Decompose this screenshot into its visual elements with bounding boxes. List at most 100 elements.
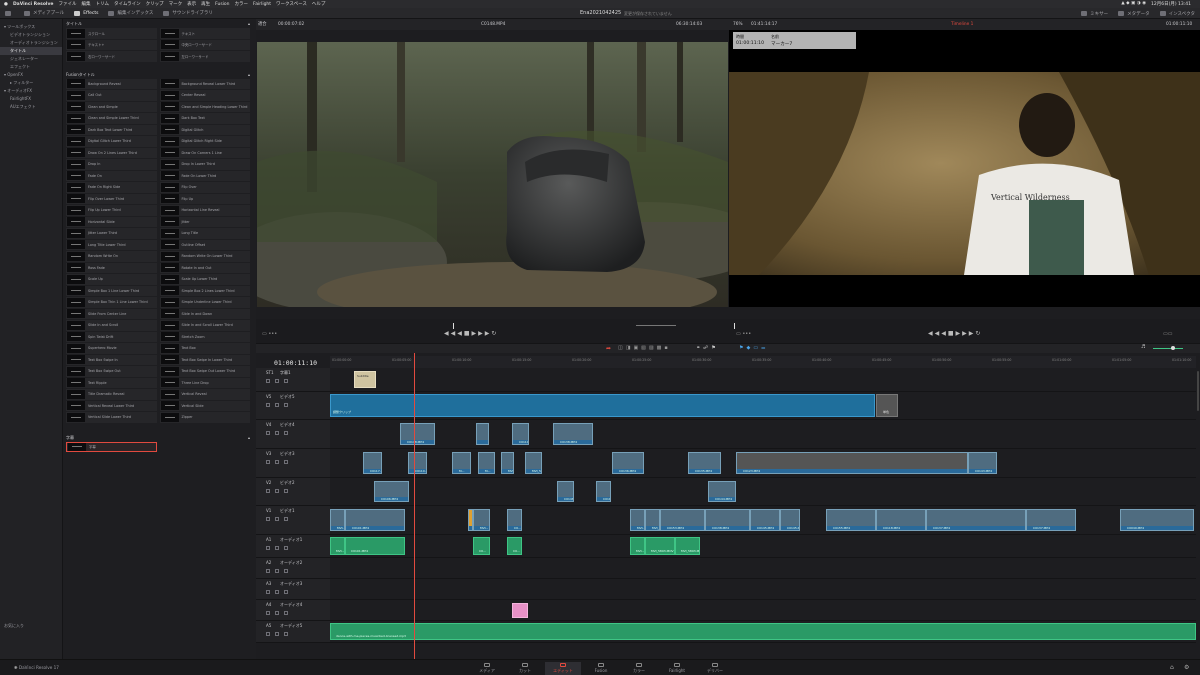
mute-icon[interactable] (284, 379, 288, 383)
fusion-title-item[interactable]: Text Box Swipe In Lower Third (159, 354, 250, 365)
audio-clip[interactable] (512, 603, 528, 618)
timeline-scrub-head[interactable] (734, 323, 735, 329)
lock-icon[interactable] (266, 546, 270, 550)
fusion-title-item[interactable]: Draw On Corners 1 Line (159, 147, 250, 158)
page-media[interactable]: メディア (469, 662, 505, 675)
track-lane-v5[interactable]: 調整クリップ 単色 (330, 392, 1196, 420)
track-header-a1[interactable]: A1 オーディオ1 (256, 535, 330, 558)
fusion-title-item[interactable]: Jitter Lower Third (66, 228, 157, 239)
eye-icon[interactable] (275, 632, 279, 636)
mute-icon[interactable] (284, 517, 288, 521)
lock-icon[interactable] (266, 517, 270, 521)
fusion-title-item[interactable]: Drop In (66, 159, 157, 170)
inspector-button[interactable]: インスペクタ (1155, 8, 1200, 19)
track-header-v3[interactable]: V3 ビデオ3 (256, 449, 330, 478)
video-clip[interactable]: C0145.MP4 (780, 509, 800, 531)
audio-clip[interactable]: MVI_5893.MOV (675, 537, 700, 555)
fusion-title-item[interactable]: Scale Up (66, 274, 157, 285)
subtitle-item[interactable]: 字幕 (66, 441, 157, 452)
collapse-icon[interactable]: ▴ (248, 70, 250, 79)
fusion-title-item[interactable]: Scale Up Lower Third (159, 274, 250, 285)
page-color[interactable]: カラー (621, 662, 657, 675)
source-scrub-bar[interactable] (636, 325, 676, 326)
video-clip[interactable]: C0138.MP4 (705, 509, 750, 531)
audio-clip[interactable]: MVI... (330, 537, 345, 555)
fusion-title-item[interactable]: Outline Offset (159, 239, 250, 250)
flag-marker-tools[interactable]: ⚑◆▭⚌ (739, 345, 769, 351)
apple-icon[interactable]: ● (4, 2, 8, 7)
track-header-a3[interactable]: A3 オーディオ3 (256, 579, 330, 600)
mute-icon[interactable] (284, 403, 288, 407)
video-clip[interactable]: C0110.MP4 (512, 423, 529, 445)
video-clip[interactable]: C0143.MP4 (968, 452, 997, 474)
title-item[interactable]: 右ローワーサード (66, 51, 157, 62)
fullscreen-icon[interactable]: ▭▭ (1163, 331, 1172, 337)
nav-generators[interactable]: ジェネレーター (0, 55, 62, 63)
fusion-title-item[interactable]: Fade On Right Side (66, 182, 157, 193)
fusion-title-item[interactable]: Vertical Reveal Lower Third (66, 400, 157, 411)
lock-icon[interactable] (266, 590, 270, 594)
app-menu[interactable]: DaVinci Resolve (13, 2, 54, 7)
fusion-title-item[interactable]: Text Ripple (66, 377, 157, 388)
video-clip[interactable]: M... (452, 452, 471, 474)
nav-effects[interactable]: エフェクト (0, 63, 62, 71)
video-clip[interactable]: C0... (507, 509, 522, 531)
eye-icon[interactable] (275, 431, 279, 435)
title-item[interactable]: 左ローワーサード (159, 51, 250, 62)
eye-icon[interactable] (275, 379, 279, 383)
fusion-title-item[interactable]: Text Box Swipe Out (66, 366, 157, 377)
fusion-title-item[interactable]: Superhero Movie (66, 343, 157, 354)
fusion-title-item[interactable]: Background Reveal Lower Third (159, 78, 250, 89)
source-viewer[interactable] (257, 42, 728, 307)
menu-help[interactable]: ヘルプ (312, 1, 326, 7)
lock-icon[interactable] (266, 569, 270, 573)
settings-icon[interactable]: ⚙ (1184, 664, 1189, 671)
fusion-title-item[interactable]: Text Box (159, 343, 250, 354)
video-clip[interactable]: MVI... (473, 509, 490, 531)
zoom-right[interactable]: 76% (733, 19, 743, 30)
mute-icon[interactable] (284, 460, 288, 464)
video-clip[interactable]: C0110... (408, 452, 427, 474)
mute-icon[interactable] (284, 632, 288, 636)
snap-link-tools[interactable]: ⚭☍⚑ (696, 345, 719, 351)
audio-clip[interactable]: dance-with-me-pieces-musicbed-licensed.m… (330, 623, 1196, 640)
fusion-title-item[interactable]: Horizontal Slide (66, 216, 157, 227)
fusion-title-item[interactable]: Fade On (66, 170, 157, 181)
playhead[interactable] (414, 353, 415, 659)
fusion-section-header[interactable]: Fusionタイトル ▴ (63, 70, 256, 79)
video-clip[interactable]: C0145.MP4 (750, 509, 780, 531)
track-lane-a5[interactable]: dance-with-me-pieces-musicbed-licensed.m… (330, 621, 1196, 643)
video-clip[interactable]: MVI_53... (501, 452, 514, 474)
fusion-title-item[interactable]: Long Title Lower Third (66, 239, 157, 250)
track-header-st1[interactable]: ST1 字幕1 (256, 368, 330, 392)
metadata-button[interactable]: メタデータ (1113, 8, 1155, 19)
collapse-icon[interactable]: ▴ (248, 19, 250, 28)
audio-level-slider[interactable]: ♬ (1141, 344, 1191, 350)
track-lane-v2[interactable]: C0106.MP4 C0148... C0110... C0144.MP4 (330, 478, 1196, 506)
track-lane-v4[interactable]: C0148.MP4 C0110.MP4 C0138.MP4 (330, 420, 1196, 449)
track-lane-a4[interactable] (330, 600, 1196, 621)
fusion-title-item[interactable]: Text Box Swipe In (66, 354, 157, 365)
lock-icon[interactable] (266, 379, 270, 383)
pointer-tool-icon[interactable]: ➦ (606, 345, 611, 352)
track-header-v1[interactable]: V1 ビデオ1 (256, 506, 330, 535)
audio-clip[interactable]: MVI... (630, 537, 645, 555)
fusion-title-item[interactable]: Draw On 2 Lines Lower Third (66, 147, 157, 158)
video-clip[interactable]: C0101.MP4 (345, 509, 405, 531)
menu-edit[interactable]: 編集 (81, 1, 90, 7)
mute-icon[interactable] (284, 489, 288, 493)
track-header-v5[interactable]: V5 ビデオ5 (256, 392, 330, 420)
timeline-name[interactable]: Timeline 1 (951, 19, 973, 30)
source-clip-name[interactable]: C0148.MP4 (481, 19, 505, 30)
fusion-title-item[interactable]: Long Title (159, 228, 250, 239)
fusion-title-item[interactable]: Background Reveal (66, 78, 157, 89)
timeline-ruler[interactable]: 01:00:00:00 01:00:05:00 01:00:10:00 01:00:1… (330, 356, 1196, 368)
fusion-title-item[interactable]: Random Write On Lower Third (159, 251, 250, 262)
video-clip[interactable]: C0118.MP4 (876, 509, 926, 531)
fusion-title-item[interactable]: Slide In and Scroll Lower Third (159, 320, 250, 331)
effects-button[interactable]: Effects (69, 8, 103, 19)
fusion-title-item[interactable]: Flip Up Lower Third (66, 205, 157, 216)
track-header-a5[interactable]: A5 オーディオ5 (256, 621, 330, 643)
collapse-icon[interactable]: ▴ (248, 433, 250, 442)
zoom-left[interactable]: 適合 (258, 19, 267, 30)
